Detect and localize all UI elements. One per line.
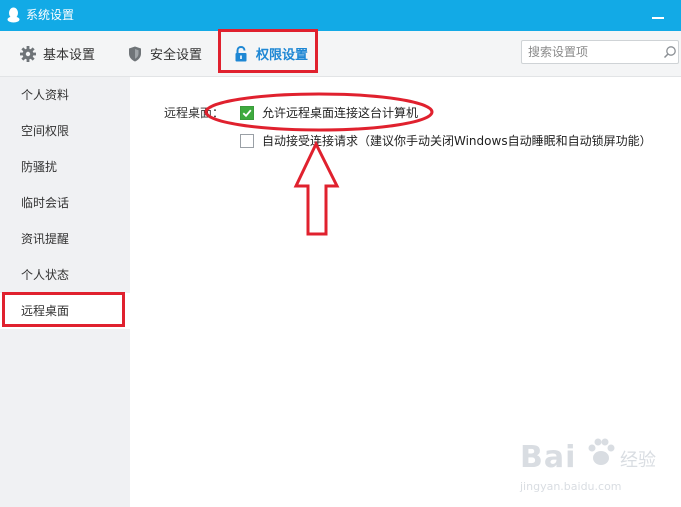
search-input[interactable] [528, 44, 658, 60]
watermark-logo-text: Bai [520, 440, 577, 475]
shield-icon [129, 46, 141, 61]
qq-penguin-icon [7, 7, 20, 23]
sidebar-item-personal-status[interactable]: 个人状态 [0, 257, 130, 293]
watermark-url: jingyan.baidu.com [520, 480, 622, 493]
sidebar-item-news-alerts[interactable]: 资讯提醒 [0, 221, 130, 257]
allow-remote-desktop-label: 允许远程桌面连接这台计算机 [262, 106, 419, 120]
tab-permission-label: 权限设置 [256, 48, 309, 63]
watermark-sub-text: 经验 [620, 450, 656, 471]
auto-accept-label: 自动接受连接请求（建议你手动关闭Windows自动睡眠和自动锁屏功能） [262, 134, 652, 148]
tab-security-settings[interactable]: 安全设置 [126, 31, 202, 76]
title-bar: 系统设置 [0, 0, 681, 31]
allow-remote-desktop-checkbox[interactable] [240, 105, 254, 120]
gear-icon [20, 45, 36, 62]
tab-basic-settings[interactable]: 基本设置 [19, 31, 95, 76]
auto-accept-checkbox[interactable] [240, 133, 254, 148]
sidebar-item-space-permissions[interactable]: 空间权限 [0, 113, 130, 149]
minimize-icon [652, 17, 664, 19]
settings-sidebar: 个人资料 空间权限 防骚扰 临时会话 资讯提醒 个人状态 远程桌面 [0, 77, 130, 507]
tab-basic-label: 基本设置 [43, 48, 96, 63]
sidebar-item-temp-session[interactable]: 临时会话 [0, 185, 130, 221]
minimize-button[interactable] [648, 0, 668, 31]
search-box [521, 40, 679, 64]
window-title: 系统设置 [26, 8, 75, 22]
lock-icon [235, 45, 247, 61]
baidu-watermark: Bai 经验 jingyan.baidu.com [520, 430, 670, 500]
auto-accept-option[interactable]: 自动接受连接请求（建议你手动关闭Windows自动睡眠和自动锁屏功能） [240, 132, 652, 149]
checkmark-icon [242, 109, 252, 117]
sidebar-item-remote-desktop[interactable]: 远程桌面 [0, 293, 130, 329]
paw-icon [588, 438, 615, 465]
allow-remote-desktop-option[interactable]: 允许远程桌面连接这台计算机 [240, 104, 418, 121]
search-icon[interactable] [663, 45, 677, 59]
sidebar-item-anti-harassment[interactable]: 防骚扰 [0, 149, 130, 185]
tab-security-label: 安全设置 [150, 48, 203, 63]
tab-permission-settings[interactable]: 权限设置 [232, 31, 308, 76]
sidebar-item-profile[interactable]: 个人资料 [0, 77, 130, 113]
remote-desktop-section-label: 远程桌面： [164, 106, 225, 120]
